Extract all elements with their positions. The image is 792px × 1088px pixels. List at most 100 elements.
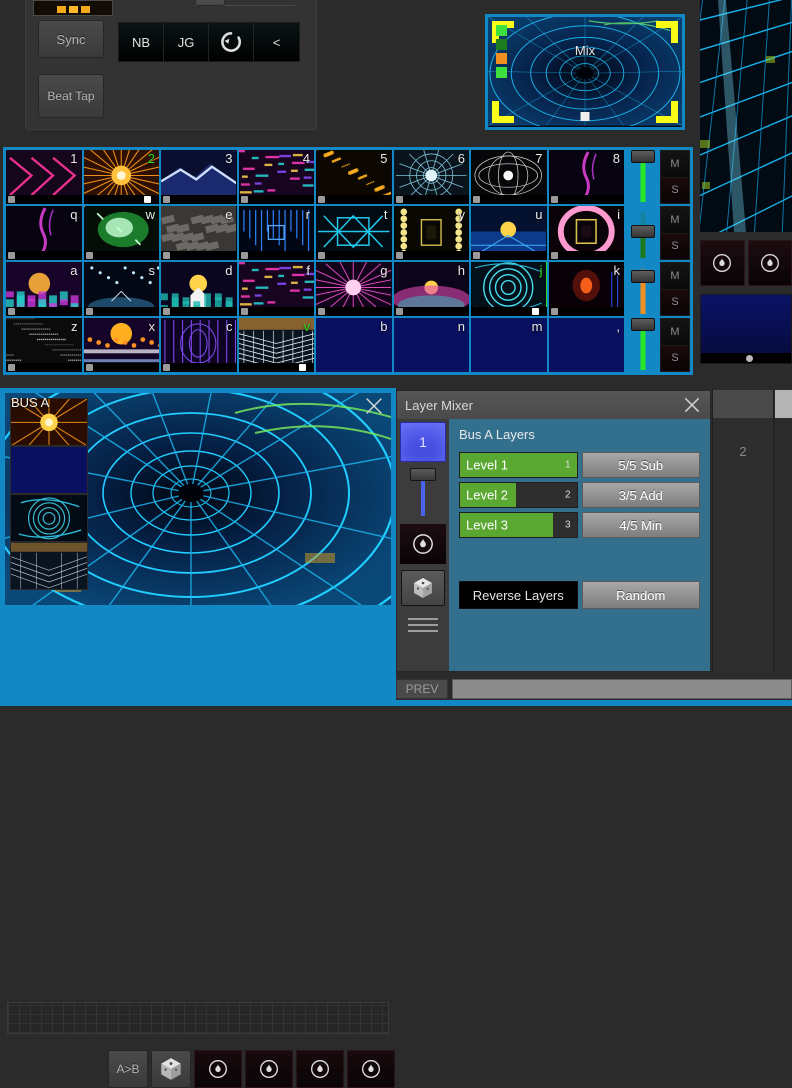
- clip-cell-a[interactable]: a: [6, 262, 82, 316]
- clip-cell-s[interactable]: s: [84, 262, 160, 316]
- clip-cell-d[interactable]: d: [161, 262, 237, 316]
- clip-progress-bar[interactable]: [316, 251, 392, 260]
- clip-cell-7[interactable]: 7: [471, 150, 547, 204]
- clip-progress-bar[interactable]: [239, 363, 315, 372]
- layer-mixer-flame-button[interactable]: [400, 524, 446, 564]
- deck-2-panel[interactable]: 2: [712, 390, 774, 672]
- flame-button-1[interactable]: [700, 240, 745, 286]
- clip-progress-bar[interactable]: [84, 363, 160, 372]
- crop-corner-tr-icon[interactable]: [656, 21, 678, 43]
- layer-mixer-menu-button[interactable]: [408, 616, 438, 634]
- clip-progress-bar[interactable]: [316, 195, 392, 204]
- clip-progress-bar[interactable]: [239, 195, 315, 204]
- clip-cell-w[interactable]: w: [84, 206, 160, 260]
- right-preview-image[interactable]: [700, 0, 792, 232]
- flame-button-2[interactable]: [748, 240, 792, 286]
- prev-button[interactable]: PREV: [396, 679, 448, 699]
- clip-cell-3[interactable]: 3: [161, 150, 237, 204]
- fader-knob[interactable]: [631, 318, 655, 331]
- top-slider[interactable]: [195, 0, 295, 6]
- clip-cell-y[interactable]: y: [394, 206, 470, 260]
- clip-cell-m[interactable]: m: [471, 318, 547, 372]
- clip-cell-e[interactable]: e: [161, 206, 237, 260]
- solo-button[interactable]: S: [661, 289, 689, 316]
- clip-progress-bar[interactable]: [394, 251, 470, 260]
- blend-mode-button-3[interactable]: 4/5 Min: [582, 512, 701, 538]
- clip-cell-1[interactable]: 1: [6, 150, 82, 204]
- clip-cell-4[interactable]: 4: [239, 150, 315, 204]
- deck-3-strip[interactable]: [775, 390, 792, 672]
- flame-button-3[interactable]: [296, 1050, 344, 1088]
- clip-progress-bar[interactable]: [394, 195, 470, 204]
- clip-progress-bar[interactable]: [471, 251, 547, 260]
- mute-button[interactable]: M: [661, 207, 689, 233]
- layer-level-slider-2[interactable]: Level 2 2: [459, 482, 578, 508]
- random-button[interactable]: Random: [582, 581, 701, 609]
- clip-cell-t[interactable]: t: [316, 206, 392, 260]
- clip-cell-z[interactable]: z: [6, 318, 82, 372]
- layer-fader-4[interactable]: [629, 318, 657, 372]
- blend-mode-button-2[interactable]: 3/5 Add: [582, 482, 701, 508]
- deck-1-button[interactable]: 1: [400, 422, 446, 462]
- clip-cell-x[interactable]: x: [84, 318, 160, 372]
- beat-tap-button[interactable]: Beat Tap: [38, 74, 104, 118]
- layer-thumb-4[interactable]: [10, 542, 88, 590]
- flame-button-1[interactable]: [194, 1050, 242, 1088]
- clip-cell-h[interactable]: h: [394, 262, 470, 316]
- crop-corner-bl-icon[interactable]: [492, 101, 514, 123]
- clip-progress-bar[interactable]: [239, 307, 315, 316]
- mute-button[interactable]: M: [661, 263, 689, 289]
- mute-button[interactable]: M: [661, 151, 689, 177]
- clip-progress-bar[interactable]: [701, 353, 791, 363]
- layer-fader-3[interactable]: [629, 262, 657, 316]
- dice-button[interactable]: [151, 1050, 191, 1088]
- clip-progress-bar[interactable]: [6, 251, 82, 260]
- clip-cell-u[interactable]: u: [471, 206, 547, 260]
- layer-level-slider-1[interactable]: Level 1 1: [459, 452, 578, 478]
- clip-cell-r[interactable]: r: [239, 206, 315, 260]
- layer-mixer-dice-button[interactable]: [401, 570, 445, 606]
- clip-progress-bar[interactable]: [316, 307, 392, 316]
- blend-mode-button-1[interactable]: 5/5 Sub: [582, 452, 701, 478]
- clip-cell-j[interactable]: j: [471, 262, 547, 316]
- reverse-layers-button[interactable]: Reverse Layers: [459, 581, 578, 609]
- solo-button[interactable]: S: [661, 345, 689, 372]
- clip-cell-,[interactable]: ,: [549, 318, 625, 372]
- transport-thumbnail[interactable]: [33, 0, 113, 16]
- clip-progress-bar[interactable]: [84, 307, 160, 316]
- sync-button[interactable]: Sync: [38, 20, 104, 58]
- clip-cell-6[interactable]: 6: [394, 150, 470, 204]
- clip-progress-bar[interactable]: [549, 195, 625, 204]
- clip-progress-bar[interactable]: [161, 363, 237, 372]
- solo-button[interactable]: S: [661, 233, 689, 260]
- fader-knob[interactable]: [631, 270, 655, 283]
- clip-progress-bar[interactable]: [84, 195, 160, 204]
- mix-preview[interactable]: Mix: [485, 14, 685, 130]
- layer-level-slider-3[interactable]: Level 3 3: [459, 512, 578, 538]
- clip-progress-bar[interactable]: [471, 307, 547, 316]
- clip-progress-bar[interactable]: [84, 251, 160, 260]
- clip-cell-g[interactable]: g: [316, 262, 392, 316]
- flame-button-4[interactable]: [347, 1050, 395, 1088]
- solo-button[interactable]: S: [661, 177, 689, 204]
- master-fader-knob[interactable]: [410, 468, 436, 481]
- layer-thumb-3[interactable]: [10, 494, 88, 542]
- mix-playhead-marker[interactable]: [581, 112, 590, 121]
- clip-cell-n[interactable]: n: [394, 318, 470, 372]
- mute-button[interactable]: M: [661, 319, 689, 345]
- clip-progress-bar[interactable]: [161, 251, 237, 260]
- bus-a-close-button[interactable]: [363, 395, 385, 422]
- prev-arrow-button[interactable]: <: [254, 23, 299, 61]
- nb-button[interactable]: NB: [119, 23, 164, 61]
- fader-knob[interactable]: [631, 225, 655, 238]
- clip-cell-i[interactable]: i: [549, 206, 625, 260]
- bus-a-output-view[interactable]: BUS A: [5, 393, 391, 605]
- layer-mixer-close-button[interactable]: [682, 395, 702, 418]
- clip-progress-bar[interactable]: [471, 195, 547, 204]
- a-to-b-button[interactable]: A>B: [108, 1050, 148, 1088]
- layer-fader-2[interactable]: [629, 206, 657, 260]
- clip-progress-bar[interactable]: [549, 307, 625, 316]
- clip-cell-5[interactable]: 5: [316, 150, 392, 204]
- right-preview-clip[interactable]: [700, 294, 792, 364]
- clip-progress-bar[interactable]: [239, 251, 315, 260]
